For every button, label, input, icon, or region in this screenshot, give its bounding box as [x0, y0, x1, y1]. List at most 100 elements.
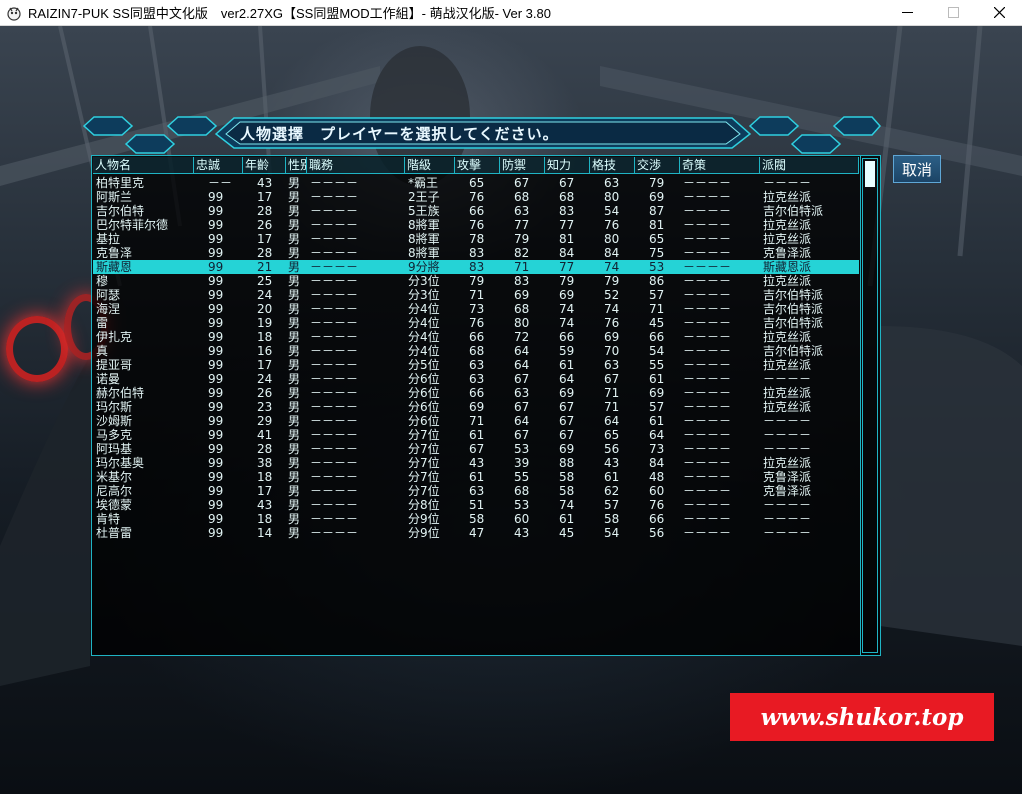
cell-name: 肯特 — [96, 512, 121, 526]
table-row[interactable]: 真 99 16 男－－－－ 分4位 68 64 59 70 54 －－－－ 吉尔伯特派 — [93, 344, 859, 358]
close-button[interactable] — [976, 0, 1022, 26]
cell-cmb: 56 — [604, 442, 620, 456]
cell-loyalty: 99 — [208, 428, 224, 442]
table-row[interactable]: 诺曼 99 24 男－－－－ 分6位 63 67 64 67 61 －－－－ －－－－ — [93, 372, 859, 386]
cell-loyalty: 99 — [208, 330, 224, 344]
cell-strat: －－－－ — [683, 260, 732, 274]
cell-loyalty: 99 — [208, 260, 224, 274]
table-row[interactable]: 肯特 99 18 男－－－－ 分9位 58 60 61 58 66 －－－－ －－－－ — [93, 512, 859, 526]
table-row[interactable]: 伊扎克 99 18 男－－－－ 分4位 66 72 66 69 66 －－－－ 拉克丝派 — [93, 330, 859, 344]
cell-int: 61 — [559, 512, 575, 526]
cell-atk: 65 — [469, 176, 485, 190]
column-header-def[interactable]: 防禦 — [500, 157, 545, 173]
table-row[interactable]: 玛尔基奥 99 38 男－－－－ 分7位 43 39 88 43 84 －－－－ 拉克丝派 — [93, 456, 859, 470]
cell-strat: －－－－ — [683, 288, 732, 302]
scrollbar-thumb[interactable] — [865, 161, 875, 187]
cell-int: 79 — [559, 274, 575, 288]
cell-cmb: 54 — [604, 526, 620, 540]
table-row[interactable]: 阿斯兰 99 17 男－－－－ 2王子 76 68 68 80 69 －－－－ 拉克丝派 — [93, 190, 859, 204]
cell-atk: 71 — [469, 288, 485, 302]
cell-strat: －－－－ — [683, 302, 732, 316]
column-header-name[interactable]: 人物名 — [93, 157, 194, 173]
table-row[interactable]: 吉尔伯特 99 28 男－－－－ 5王族 66 63 83 54 87 －－－－ 吉尔伯特派 — [93, 204, 859, 218]
cell-name: 真 — [96, 344, 109, 358]
column-header-neg[interactable]: 交渉 — [635, 157, 680, 173]
cell-duty: －－－－ — [310, 484, 359, 498]
cell-faction: －－－－ — [763, 414, 812, 428]
cell-faction: 拉克丝派 — [763, 456, 812, 470]
cell-faction: 拉克丝派 — [763, 400, 812, 414]
column-header-cmb[interactable]: 格技 — [590, 157, 635, 173]
cell-faction: 拉克丝派 — [763, 386, 812, 400]
table-row[interactable]: 基拉 99 17 男－－－－ 8將軍 78 79 81 80 65 －－－－ 拉克丝派 — [93, 232, 859, 246]
cell-rank: 分6位 — [408, 386, 440, 400]
cell-int: 77 — [559, 218, 575, 232]
cell-faction: －－－－ — [763, 176, 812, 190]
table-row[interactable]: 尼高尔 99 17 男－－－－ 分7位 63 68 58 62 60 －－－－ 克鲁泽派 — [93, 484, 859, 498]
cell-loyalty: 99 — [208, 456, 224, 470]
table-scrollbar[interactable] — [862, 158, 878, 653]
cell-def: 68 — [514, 190, 530, 204]
cancel-button[interactable]: 取消 — [893, 155, 941, 183]
cell-def: 69 — [514, 288, 530, 302]
cell-def: 43 — [514, 526, 530, 540]
cell-atk: 67 — [469, 442, 485, 456]
cell-faction: 克鲁泽派 — [763, 246, 812, 260]
table-row[interactable]: 米基尔 99 18 男－－－－ 分7位 61 55 58 61 48 －－－－ 克鲁泽派 — [93, 470, 859, 484]
table-row[interactable]: 提亚哥 99 17 男－－－－ 分5位 63 64 61 63 55 －－－－ 拉克丝派 — [93, 358, 859, 372]
cell-atk: 66 — [469, 330, 485, 344]
table-row[interactable]: 海涅 99 20 男－－－－ 分4位 73 68 74 74 71 －－－－ 吉尔伯特派 — [93, 302, 859, 316]
table-row[interactable]: 沙姆斯 99 29 男－－－－ 分6位 71 64 67 64 61 －－－－ －－－－ — [93, 414, 859, 428]
table-row[interactable]: 巴尔特菲尔德 99 26 男－－－－ 8將軍 76 77 77 76 81 －－－－ 拉克丝派 — [93, 218, 859, 232]
maximize-icon — [947, 7, 959, 18]
cell-cmb: 74 — [604, 260, 620, 274]
column-header-int[interactable]: 知力 — [545, 157, 590, 173]
cell-cmb: 71 — [604, 400, 620, 414]
table-row[interactable]: 克鲁泽 99 28 男－－－－ 8將軍 83 82 84 84 75 －－－－ 克鲁泽派 — [93, 246, 859, 260]
table-row[interactable]: 埃德蒙 99 43 男－－－－ 分8位 51 53 74 57 76 －－－－ －－－－ — [93, 498, 859, 512]
cell-name: 伊扎克 — [96, 330, 133, 344]
cell-sex: 男 — [288, 176, 301, 190]
column-header-sex[interactable]: 性别 — [286, 157, 307, 173]
cell-faction: －－－－ — [763, 372, 812, 386]
cell-strat: －－－－ — [683, 246, 732, 260]
cell-atk: 63 — [469, 484, 485, 498]
table-row[interactable]: 穆 99 25 男－－－－ 分3位 79 83 79 79 86 －－－－ 拉克丝派 — [93, 274, 859, 288]
column-header-duty[interactable]: 職務 — [307, 157, 405, 173]
cell-strat: －－－－ — [683, 218, 732, 232]
column-header-loyalty[interactable]: 忠誠 — [194, 157, 243, 173]
cell-atk: 76 — [469, 218, 485, 232]
table-body: 柏特里克 －－ 43 男－－－－ *霸王 65 67 67 63 79 －－－－ －－－－ 阿斯兰 99 1… — [93, 176, 859, 540]
table-row[interactable]: 斯藏恩 99 21 男－－－－ 9分將 83 71 77 74 53 －－－－ 斯藏恩派 — [93, 260, 859, 274]
column-header-strat[interactable]: 奇策 — [680, 157, 760, 173]
table-row[interactable]: 雷 99 19 男－－－－ 分4位 76 80 74 76 45 －－－－ 吉尔伯特派 — [93, 316, 859, 330]
cell-strat: －－－－ — [683, 344, 732, 358]
table-row[interactable]: 柏特里克 －－ 43 男－－－－ *霸王 65 67 67 63 79 －－－－ －－－－ — [93, 176, 859, 190]
column-header-age[interactable]: 年齡 — [243, 157, 286, 173]
cell-def: 63 — [514, 386, 530, 400]
cell-name: 赫尔伯特 — [96, 386, 145, 400]
cell-cmb: 61 — [604, 470, 620, 484]
column-header-atk[interactable]: 攻擊 — [455, 157, 500, 173]
cell-int: 45 — [559, 526, 575, 540]
minimize-button[interactable] — [884, 0, 930, 26]
cell-faction: 拉克丝派 — [763, 358, 812, 372]
app-icon — [7, 6, 21, 21]
cell-name: 基拉 — [96, 232, 121, 246]
table-row[interactable]: 阿瑟 99 24 男－－－－ 分3位 71 69 69 52 57 －－－－ 吉尔伯特派 — [93, 288, 859, 302]
cell-int: 83 — [559, 204, 575, 218]
table-row[interactable]: 玛尔斯 99 23 男－－－－ 分6位 69 67 67 71 57 －－－－ 拉克丝派 — [93, 400, 859, 414]
column-header-faction[interactable]: 派閥 — [760, 157, 859, 173]
table-row[interactable]: 阿玛基 99 28 男－－－－ 分7位 67 53 69 56 73 －－－－ －－－－ — [93, 442, 859, 456]
cell-strat: －－－－ — [683, 232, 732, 246]
cell-def: 53 — [514, 442, 530, 456]
cell-duty: －－－－ — [310, 288, 359, 302]
cell-int: 68 — [559, 190, 575, 204]
cell-def: 55 — [514, 470, 530, 484]
cell-strat: －－－－ — [683, 442, 732, 456]
table-row[interactable]: 杜普雷 99 14 男－－－－ 分9位 47 43 45 54 56 －－－－ －－－－ — [93, 526, 859, 540]
table-row[interactable]: 赫尔伯特 99 26 男－－－－ 分6位 66 63 69 71 69 －－－－ 拉克丝派 — [93, 386, 859, 400]
table-row[interactable]: 马多克 99 41 男－－－－ 分7位 61 67 67 65 64 －－－－ －－－－ — [93, 428, 859, 442]
maximize-button[interactable] — [930, 0, 976, 26]
column-header-rank[interactable]: 階級 — [405, 157, 455, 173]
